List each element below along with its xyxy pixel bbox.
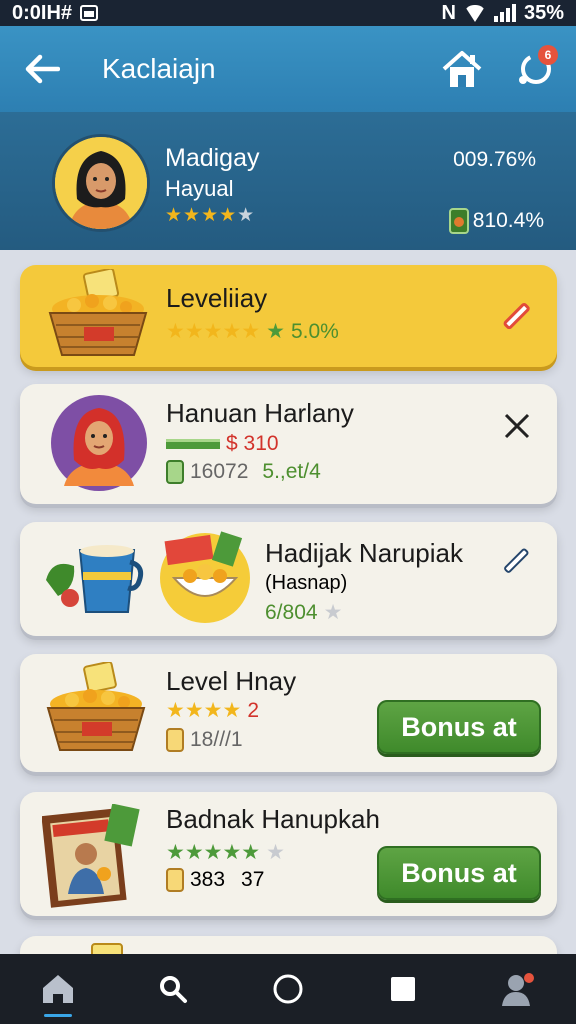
fries-basket-icon [48,269,148,356]
card-title: Hanuan Harlany [166,398,354,428]
wifi-icon [463,4,486,22]
card-value-row: 6/804 ★ [265,600,342,625]
poster-portrait-icon [42,804,140,908]
card-count: 18///1 [190,728,243,751]
profile-header: Madigay Hayual ★★★★★ 009.76% 810.4% [0,112,576,250]
fries-basket-icon [46,662,146,751]
card-title: Hadijak Narupiak [265,538,463,568]
home-icon [42,975,73,1003]
rating-star-green: ★ [266,320,285,343]
nav-profile[interactable] [488,959,548,1019]
card-rating: ★★★★ 2 [166,698,259,723]
rating-stars: ★★★★ [165,205,238,226]
card-count-secondary: 37 [241,868,265,891]
card-count: 383 [190,868,226,891]
list-item-level-hnay[interactable]: Level Hnay ★★★★ 2 18///1 Bonus at [20,654,557,772]
avatar[interactable] [52,134,150,232]
profile-stat-value: 810.4% [472,209,544,232]
nav-recents[interactable] [373,959,433,1019]
bonus-button[interactable]: Bonus at [377,846,541,900]
list-item-leveliiay[interactable]: Leveliiay ★★★★★ ★ 5.0% [20,265,557,367]
card-stats-row: 383 37 [166,868,264,892]
search-icon [159,976,187,1003]
profile-icon [502,973,535,1006]
woman-hijab-avatar-icon [55,137,147,229]
rating-stars: ★★★★★ [166,841,261,864]
card-title: Level Hnay [166,666,297,696]
status-bar: 0:0IH# N 35% [0,0,576,26]
progress-bar [166,439,220,449]
card-title: Badnak Hanupkah [166,804,380,834]
card-price-row: $ 310 [166,432,279,456]
card-rating: ★★★★★ ★ [166,840,285,865]
coupon-icon [166,728,184,752]
bonus-button[interactable]: Bonus at [377,700,541,754]
card-price: $ 310 [226,432,279,455]
app-bar: Kaclaiajn 6 [0,26,576,112]
woman-red-hijab-avatar-icon [51,395,147,491]
status-time: 0:0IH# [12,1,73,24]
profile-name: Madigay [165,144,260,172]
card-value: 5.0% [290,319,339,343]
pencil-icon [503,303,530,329]
card-value: 6/804 [265,600,318,624]
rating-star-empty: ★ [237,205,256,226]
nav-home[interactable] [28,959,88,1019]
card-stats-row: 16072 5.,et/4 [166,460,321,484]
edit-button[interactable] [499,297,535,333]
back-button[interactable] [22,49,62,89]
signal-icon [493,4,516,22]
page-title: Kaclaiajn [102,53,216,84]
card-rating: ★★★★★ ★ 5.0% [166,319,339,344]
rating-stars: ★★★★★ [166,320,261,343]
rice-bowl-icon [160,531,250,623]
gallery-icon [80,5,99,21]
network-indicator: N [441,1,456,24]
home-button[interactable] [438,45,486,93]
rating-stars: ★★★★ [166,699,242,722]
list-item-hadijak-narupiak[interactable]: Hadijak Narupiak (Hasnap) 6/804 ★ [20,522,557,636]
card-value: 2 [247,698,259,722]
card-rate: 5.,et/4 [262,460,321,483]
card-count: 16072 [190,460,249,483]
rating-star-empty: ★ [266,841,285,864]
close-icon [504,413,530,439]
notifications-button[interactable]: 6 [512,45,560,93]
nav-home-circle[interactable] [258,959,318,1019]
battery-percent: 35% [523,1,564,24]
card-stats-row: 18///1 [166,728,243,752]
square-icon [391,977,416,1001]
list-item-hanuan-harlany[interactable]: Hanuan Harlany $ 310 16072 5.,et/4 [20,384,557,504]
remove-button[interactable] [499,408,535,444]
bottom-nav [0,954,576,1024]
profile-subtitle: Hayual [165,176,234,201]
seed-packet-icon [166,460,184,484]
card-subtitle: (Hasnap) [265,572,348,594]
edit-button[interactable] [499,542,535,578]
coffee-mug-icon [46,545,144,613]
profile-stat: 810.4% [448,208,544,234]
notification-badge: 6 [538,45,558,65]
rating-star-empty: ★ [323,601,343,624]
card-title: Leveliiay [166,283,268,313]
list-item-badnak-hanupkah[interactable]: Badnak Hanupkah ★★★★★ ★ 383 37 Bonus at [20,792,557,916]
profile-rating: ★★★★★ [165,204,255,227]
circle-icon [273,974,303,1004]
arrow-left-icon [25,54,60,84]
nav-search[interactable] [143,959,203,1019]
home-icon [442,51,482,87]
pencil-icon [504,548,529,573]
profile-percent: 009.76% [453,148,536,171]
seed-packet-icon [448,208,469,234]
coupon-icon [166,868,184,892]
